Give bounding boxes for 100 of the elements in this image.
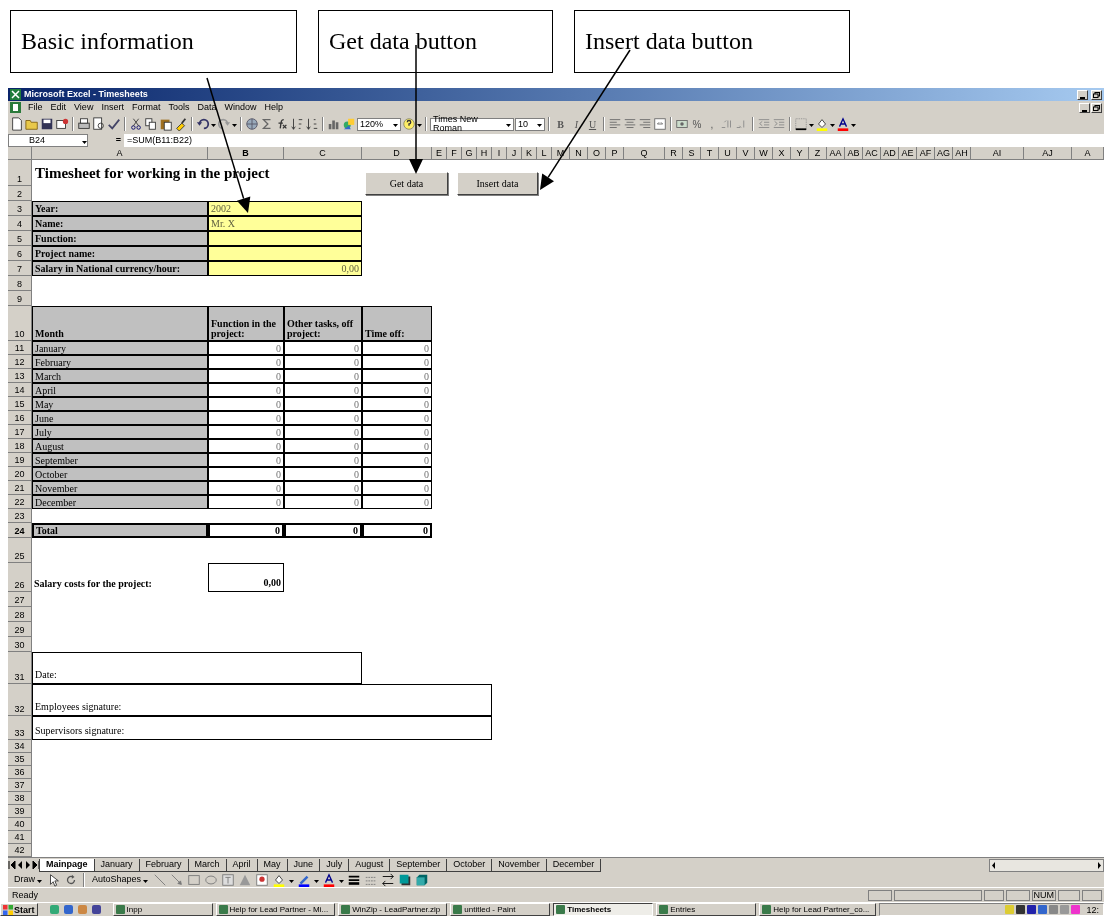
table-cell[interactable]: 0 — [362, 383, 432, 397]
row-header[interactable]: 7 — [8, 261, 32, 276]
column-header[interactable]: O — [588, 147, 606, 160]
row-header[interactable]: 11 — [8, 341, 32, 355]
column-header[interactable]: C — [284, 147, 362, 160]
row-header[interactable]: 12 — [8, 355, 32, 369]
arrow-icon[interactable] — [170, 872, 185, 887]
previous-sheet-icon[interactable] — [16, 859, 24, 871]
table-cell[interactable]: 0 — [362, 355, 432, 369]
column-header[interactable]: Y — [791, 147, 809, 160]
sheet-tab[interactable]: February — [138, 858, 189, 872]
table-cell[interactable]: 0 — [284, 341, 362, 355]
input-cell[interactable]: 2002 — [208, 201, 362, 216]
row-header[interactable]: 42 — [8, 844, 32, 857]
table-cell[interactable]: 0 — [284, 397, 362, 411]
table-cell[interactable]: 0 — [208, 411, 284, 425]
row-header[interactable]: 25 — [8, 538, 32, 563]
input-cell[interactable]: 0,00 — [208, 261, 362, 276]
font-field[interactable]: Times New Roman — [430, 117, 514, 131]
draw-menu-button[interactable]: Draw — [12, 872, 44, 887]
column-header[interactable]: AE — [899, 147, 917, 160]
quick-launch-icon[interactable] — [90, 904, 102, 915]
number-format-button[interactable]: , — [705, 116, 719, 132]
equals-button[interactable]: = — [88, 134, 124, 147]
row-header[interactable]: 8 — [8, 276, 32, 291]
undo-icon[interactable] — [196, 117, 210, 131]
sheet-tab[interactable]: August — [348, 858, 391, 872]
column-header[interactable]: AG — [935, 147, 953, 160]
column-header[interactable]: B — [208, 147, 284, 160]
row-header[interactable]: 3 — [8, 201, 32, 216]
row-header[interactable]: 1 — [8, 160, 32, 186]
column-header[interactable]: W — [755, 147, 773, 160]
table-cell[interactable]: 0 — [284, 495, 362, 509]
row-header[interactable]: 21 — [8, 481, 32, 495]
row-header[interactable]: 2 — [8, 186, 32, 201]
font-color-icon[interactable] — [322, 872, 337, 887]
row-header[interactable]: 18 — [8, 439, 32, 453]
table-cell[interactable]: 0 — [284, 411, 362, 425]
help-icon[interactable] — [402, 117, 416, 131]
row-header[interactable]: 34 — [8, 740, 32, 753]
sheet-tab[interactable]: March — [187, 858, 227, 872]
row-header[interactable]: 5 — [8, 231, 32, 246]
row-header[interactable]: 23 — [8, 509, 32, 523]
minimize-button[interactable] — [1077, 89, 1088, 100]
paintbrush-icon[interactable] — [174, 117, 188, 131]
row-header[interactable]: 20 — [8, 467, 32, 481]
redo-icon[interactable] — [217, 117, 231, 131]
macro-button[interactable]: Get data — [365, 172, 448, 195]
column-header[interactable]: N — [570, 147, 588, 160]
column-header[interactable]: A — [1072, 147, 1104, 160]
table-cell[interactable]: 0 — [284, 467, 362, 481]
drawing-tools-icon[interactable] — [342, 117, 356, 131]
rotate-icon[interactable] — [64, 872, 78, 887]
column-header[interactable]: AJ — [1024, 147, 1072, 160]
fill-color-icon[interactable] — [815, 117, 829, 131]
sheet-tab[interactable]: December — [545, 858, 602, 872]
corner-cell[interactable] — [8, 147, 32, 160]
row-header[interactable]: 6 — [8, 246, 32, 261]
row-header[interactable]: 10 — [8, 306, 32, 341]
row-header[interactable]: 35 — [8, 753, 32, 766]
column-header[interactable]: G — [462, 147, 477, 160]
font-size-field[interactable]: 10 — [515, 117, 545, 131]
table-cell[interactable]: 0 — [362, 411, 432, 425]
column-header[interactable]: H — [477, 147, 492, 160]
row-header[interactable]: 26 — [8, 563, 32, 592]
table-cell[interactable]: 0 — [284, 355, 362, 369]
column-header[interactable]: AB — [845, 147, 863, 160]
pointer-icon[interactable] — [47, 872, 61, 887]
table-cell[interactable]: 0 — [208, 355, 284, 369]
row-header[interactable]: 9 — [8, 291, 32, 306]
restore-button[interactable] — [1091, 102, 1102, 113]
zoom-field[interactable]: 120% — [357, 117, 401, 131]
row-header[interactable]: 16 — [8, 411, 32, 425]
table-cell[interactable]: 0 — [362, 397, 432, 411]
row-header[interactable]: 28 — [8, 607, 32, 622]
table-cell[interactable]: 0 — [208, 425, 284, 439]
taskbar-button[interactable]: untitled - Paint — [450, 903, 551, 916]
align-right-icon[interactable] — [638, 117, 652, 131]
menu-item[interactable]: Help — [263, 103, 284, 112]
menu-item[interactable]: Insert — [100, 103, 125, 112]
menu-item[interactable]: Window — [223, 103, 258, 112]
new-document-icon[interactable] — [10, 117, 24, 131]
column-header[interactable]: Z — [809, 147, 827, 160]
menu-item[interactable]: View — [73, 103, 95, 112]
input-cell[interactable] — [208, 246, 362, 261]
table-cell[interactable]: 0 — [284, 425, 362, 439]
input-cell[interactable] — [208, 231, 362, 246]
name-box[interactable]: B24 — [8, 134, 88, 147]
column-header[interactable]: K — [522, 147, 537, 160]
start-button[interactable]: Start — [0, 903, 38, 916]
table-cell[interactable]: 0 — [362, 495, 432, 509]
merge-cells-icon[interactable] — [653, 117, 667, 131]
column-header[interactable]: AA — [827, 147, 845, 160]
taskbar-button[interactable]: Timesheets — [553, 903, 654, 916]
table-cell[interactable]: 0 — [362, 481, 432, 495]
sheet-tab[interactable]: May — [256, 858, 288, 872]
clipboard-icon[interactable] — [159, 117, 173, 131]
row-header[interactable]: 14 — [8, 383, 32, 397]
column-header[interactable]: Q — [624, 147, 665, 160]
last-sheet-icon[interactable] — [32, 859, 40, 871]
